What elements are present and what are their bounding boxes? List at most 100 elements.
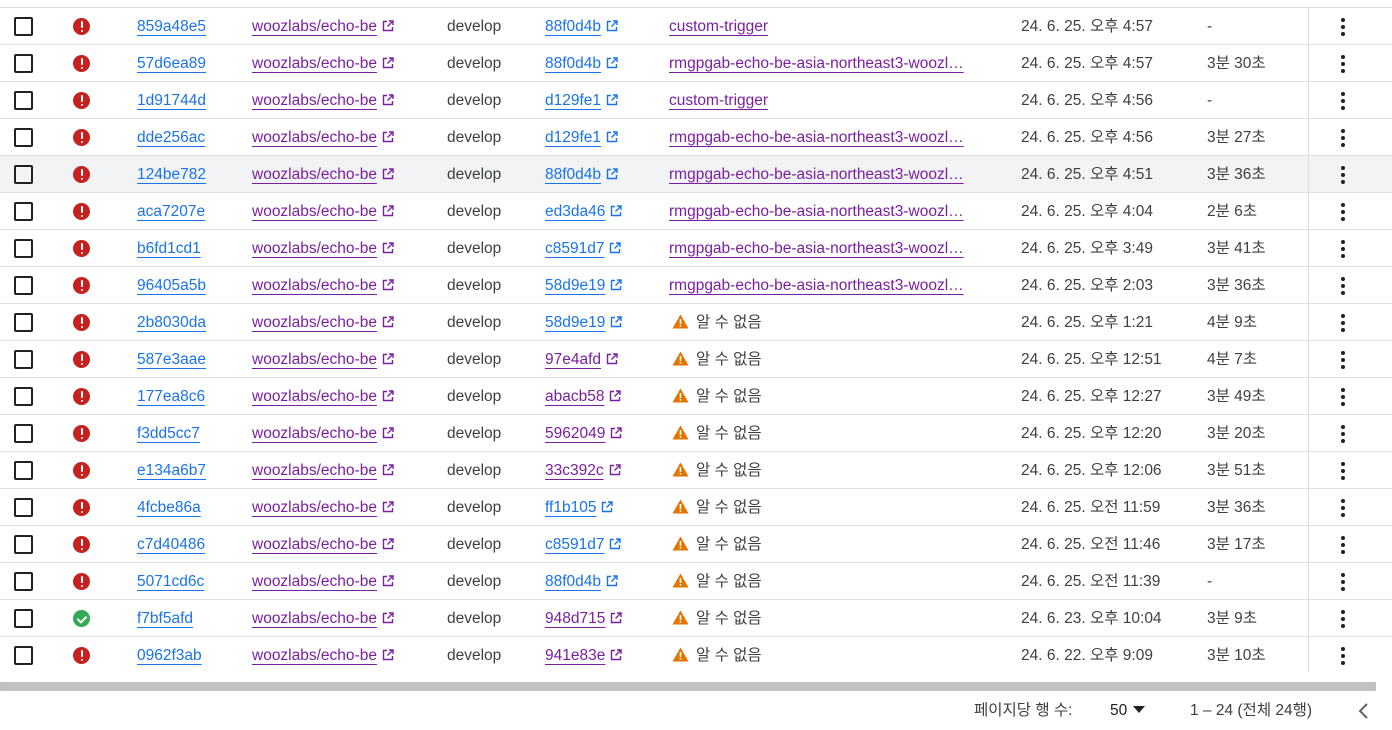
- trigger-link[interactable]: custom-trigger: [669, 8, 979, 45]
- more-vert-icon[interactable]: [1333, 82, 1353, 119]
- commit-link[interactable]: 88f0d4b: [545, 156, 618, 193]
- repo-link[interactable]: woozlabs/echo-be: [252, 600, 394, 637]
- trigger-link[interactable]: rmgpgab-echo-be-asia-northeast3-woozl…: [669, 193, 979, 230]
- commit-link[interactable]: 948d715: [545, 600, 623, 637]
- more-vert-icon[interactable]: [1333, 267, 1353, 304]
- row-checkbox[interactable]: [14, 276, 33, 295]
- commit-link[interactable]: 58d9e19: [545, 304, 623, 341]
- repo-link[interactable]: woozlabs/echo-be: [252, 119, 394, 156]
- row-checkbox[interactable]: [14, 424, 33, 443]
- commit-link[interactable]: 5962049: [545, 415, 623, 452]
- repo-link[interactable]: woozlabs/echo-be: [252, 230, 394, 267]
- row-checkbox[interactable]: [14, 91, 33, 110]
- commit-link[interactable]: ed3da46: [545, 193, 623, 230]
- rows-per-page-select[interactable]: 50: [1110, 692, 1146, 730]
- repo-link[interactable]: woozlabs/echo-be: [252, 193, 394, 230]
- build-id-link[interactable]: 2b8030da: [137, 304, 206, 341]
- trigger-link[interactable]: rmgpgab-echo-be-asia-northeast3-woozl…: [669, 230, 979, 267]
- row-checkbox[interactable]: [14, 572, 33, 591]
- build-id-link[interactable]: 177ea8c6: [137, 378, 205, 415]
- commit-link[interactable]: d129fe1: [545, 119, 618, 156]
- row-checkbox[interactable]: [14, 202, 33, 221]
- more-vert-icon[interactable]: [1333, 230, 1353, 267]
- row-checkbox[interactable]: [14, 17, 33, 36]
- repo-link[interactable]: woozlabs/echo-be: [252, 82, 394, 119]
- repo-link[interactable]: woozlabs/echo-be: [252, 489, 394, 526]
- commit-link[interactable]: 88f0d4b: [545, 8, 618, 45]
- commit-link[interactable]: abacb58: [545, 378, 622, 415]
- row-checkbox[interactable]: [14, 350, 33, 369]
- more-vert-icon[interactable]: [1333, 563, 1353, 600]
- trigger-link[interactable]: rmgpgab-echo-be-asia-northeast3-woozl…: [669, 156, 979, 193]
- commit-link[interactable]: ff1b105: [545, 489, 614, 526]
- row-checkbox[interactable]: [14, 54, 33, 73]
- more-vert-icon[interactable]: [1333, 637, 1353, 672]
- row-checkbox[interactable]: [14, 165, 33, 184]
- build-id-link[interactable]: aca7207e: [137, 193, 205, 230]
- repo-link[interactable]: woozlabs/echo-be: [252, 415, 394, 452]
- row-checkbox[interactable]: [14, 498, 33, 517]
- build-id-link[interactable]: 587e3aae: [137, 341, 206, 378]
- commit-link[interactable]: 88f0d4b: [545, 45, 618, 82]
- repo-link[interactable]: woozlabs/echo-be: [252, 563, 394, 600]
- more-vert-icon[interactable]: [1333, 489, 1353, 526]
- more-vert-icon[interactable]: [1333, 415, 1353, 452]
- build-id-link[interactable]: 96405a5b: [137, 267, 206, 304]
- build-id-link[interactable]: f3dd5cc7: [137, 415, 200, 452]
- trigger-link[interactable]: rmgpgab-echo-be-asia-northeast3-woozl…: [669, 267, 979, 304]
- build-id-link[interactable]: e134a6b7: [137, 452, 206, 489]
- more-vert-icon[interactable]: [1333, 156, 1353, 193]
- commit-link[interactable]: 58d9e19: [545, 267, 623, 304]
- commit-link[interactable]: c8591d7: [545, 230, 622, 267]
- build-id-link[interactable]: b6fd1cd1: [137, 230, 201, 267]
- repo-link[interactable]: woozlabs/echo-be: [252, 341, 394, 378]
- build-id-link[interactable]: c7d40486: [137, 526, 205, 563]
- more-vert-icon[interactable]: [1333, 341, 1353, 378]
- scrollbar-thumb[interactable]: [0, 682, 1376, 691]
- trigger-link[interactable]: rmgpgab-echo-be-asia-northeast3-woozl…: [669, 45, 979, 82]
- more-vert-icon[interactable]: [1333, 378, 1353, 415]
- build-id-link[interactable]: 5071cd6c: [137, 563, 204, 600]
- trigger-link[interactable]: rmgpgab-echo-be-asia-northeast3-woozl…: [669, 119, 979, 156]
- repo-link[interactable]: woozlabs/echo-be: [252, 45, 394, 82]
- more-vert-icon[interactable]: [1333, 304, 1353, 341]
- build-id-link[interactable]: dde256ac: [137, 119, 205, 156]
- trigger-link[interactable]: custom-trigger: [669, 82, 979, 119]
- repo-link[interactable]: woozlabs/echo-be: [252, 526, 394, 563]
- repo-link[interactable]: woozlabs/echo-be: [252, 267, 394, 304]
- build-id-link[interactable]: f7bf5afd: [137, 600, 193, 637]
- build-id-link[interactable]: 1d91744d: [137, 82, 206, 119]
- more-vert-icon[interactable]: [1333, 193, 1353, 230]
- row-checkbox[interactable]: [14, 535, 33, 554]
- row-checkbox[interactable]: [14, 313, 33, 332]
- build-id-link[interactable]: 4fcbe86a: [137, 489, 201, 526]
- repo-link[interactable]: woozlabs/echo-be: [252, 156, 394, 193]
- prev-page-button[interactable]: [1354, 692, 1374, 730]
- more-vert-icon[interactable]: [1333, 526, 1353, 563]
- build-id-link[interactable]: 859a48e5: [137, 8, 206, 45]
- commit-link[interactable]: 33c392c: [545, 452, 621, 489]
- row-checkbox[interactable]: [14, 609, 33, 628]
- horizontal-scrollbar[interactable]: [0, 680, 1392, 692]
- commit-link[interactable]: 88f0d4b: [545, 563, 618, 600]
- more-vert-icon[interactable]: [1333, 600, 1353, 637]
- repo-link[interactable]: woozlabs/echo-be: [252, 378, 394, 415]
- row-checkbox[interactable]: [14, 646, 33, 665]
- repo-link[interactable]: woozlabs/echo-be: [252, 8, 394, 45]
- more-vert-icon[interactable]: [1333, 119, 1353, 156]
- repo-link[interactable]: woozlabs/echo-be: [252, 304, 394, 341]
- row-checkbox[interactable]: [14, 128, 33, 147]
- commit-link[interactable]: d129fe1: [545, 82, 618, 119]
- commit-link[interactable]: c8591d7: [545, 526, 622, 563]
- row-checkbox[interactable]: [14, 239, 33, 258]
- build-id-link[interactable]: 57d6ea89: [137, 45, 206, 82]
- more-vert-icon[interactable]: [1333, 45, 1353, 82]
- commit-link[interactable]: 941e83e: [545, 637, 623, 672]
- commit-link[interactable]: 97e4afd: [545, 341, 618, 378]
- build-id-link[interactable]: 124be782: [137, 156, 206, 193]
- repo-link[interactable]: woozlabs/echo-be: [252, 637, 394, 672]
- more-vert-icon[interactable]: [1333, 8, 1353, 45]
- repo-link[interactable]: woozlabs/echo-be: [252, 452, 394, 489]
- row-checkbox[interactable]: [14, 461, 33, 480]
- more-vert-icon[interactable]: [1333, 452, 1353, 489]
